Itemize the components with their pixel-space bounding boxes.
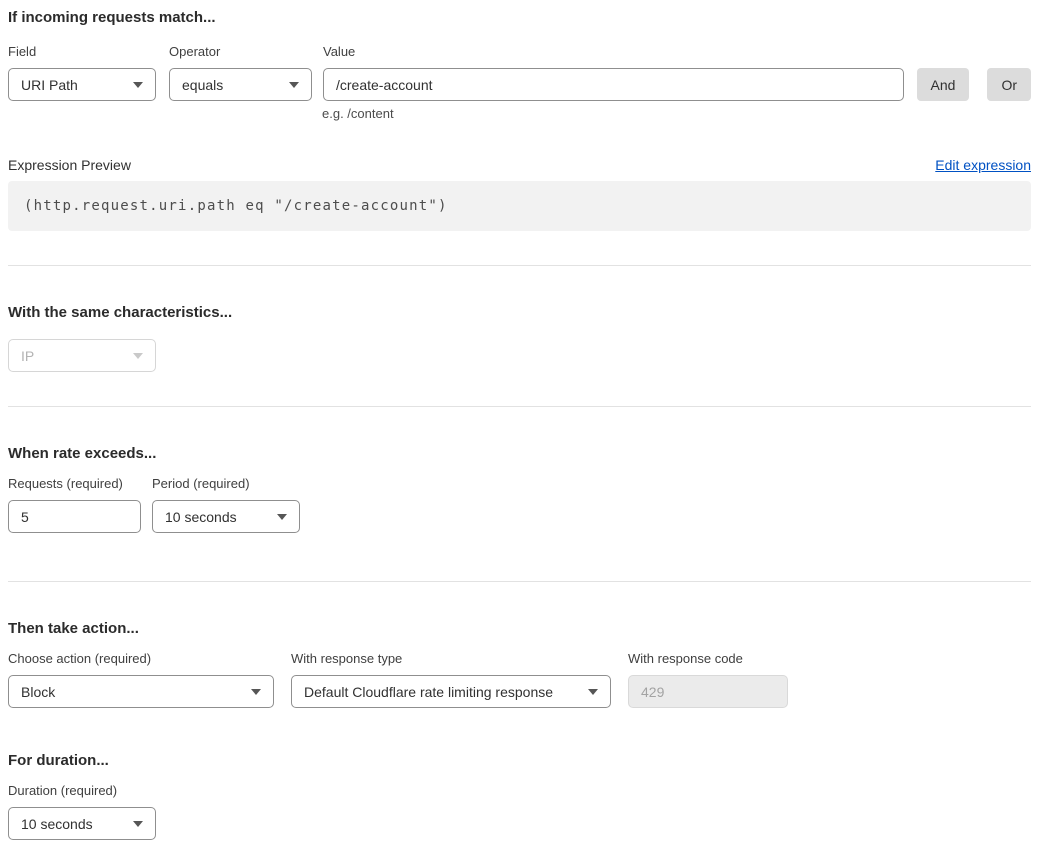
response-type-select[interactable]: Default Cloudflare rate limiting respons… (291, 675, 611, 708)
chevron-down-icon (277, 514, 287, 520)
response-type-column: With response type Default Cloudflare ra… (291, 651, 611, 708)
field-select[interactable]: URI Path (8, 68, 156, 101)
field-label: Field (8, 44, 156, 60)
field-select-value: URI Path (21, 77, 78, 93)
choose-action-label: Choose action (required) (8, 651, 274, 667)
duration-select[interactable]: 10 seconds (8, 807, 156, 840)
characteristics-select-value: IP (21, 348, 34, 364)
requests-column: Requests (required) (8, 476, 141, 533)
value-column: Value (323, 44, 904, 101)
chevron-down-icon (588, 689, 598, 695)
action-row: Choose action (required) Block With resp… (8, 651, 1031, 708)
match-condition-row: Field URI Path Operator equals Value And… (8, 44, 1031, 101)
requests-label: Requests (required) (8, 476, 141, 492)
and-button[interactable]: And (917, 68, 970, 101)
characteristics-select[interactable]: IP (8, 339, 156, 372)
action-select[interactable]: Block (8, 675, 274, 708)
action-select-value: Block (21, 684, 55, 700)
response-code-column: With response code (628, 651, 788, 708)
section-heading-characteristics: With the same characteristics... (8, 303, 1031, 322)
rate-row: Requests (required) Period (required) 10… (8, 476, 1031, 533)
expression-preview-label: Expression Preview (8, 157, 131, 173)
period-label: Period (required) (152, 476, 300, 492)
response-type-select-value: Default Cloudflare rate limiting respons… (304, 684, 553, 700)
response-type-label: With response type (291, 651, 611, 667)
operator-select-value: equals (182, 77, 223, 93)
rate-limit-rule-form: If incoming requests match... Field URI … (8, 8, 1031, 840)
value-hint: e.g. /content (322, 106, 1031, 122)
action-column: Choose action (required) Block (8, 651, 274, 708)
section-heading-match: If incoming requests match... (8, 8, 1031, 27)
or-button[interactable]: Or (987, 68, 1031, 101)
chevron-down-icon (133, 82, 143, 88)
edit-expression-link[interactable]: Edit expression (935, 157, 1031, 173)
section-heading-duration: For duration... (8, 751, 1031, 770)
section-divider (8, 406, 1031, 407)
section-divider (8, 265, 1031, 266)
duration-select-value: 10 seconds (21, 816, 93, 832)
period-select[interactable]: 10 seconds (152, 500, 300, 533)
period-column: Period (required) 10 seconds (152, 476, 300, 533)
operator-column: Operator equals (169, 44, 312, 101)
chevron-down-icon (289, 82, 299, 88)
field-column: Field URI Path (8, 44, 156, 101)
chevron-down-icon (133, 353, 143, 359)
section-heading-action: Then take action... (8, 619, 1031, 638)
section-heading-rate: When rate exceeds... (8, 444, 1031, 463)
value-input[interactable] (323, 68, 904, 101)
response-code-label: With response code (628, 651, 788, 667)
chevron-down-icon (133, 821, 143, 827)
chevron-down-icon (251, 689, 261, 695)
section-divider (8, 581, 1031, 582)
operator-label: Operator (169, 44, 312, 60)
duration-label: Duration (required) (8, 783, 1031, 799)
period-select-value: 10 seconds (165, 509, 237, 525)
requests-input[interactable] (8, 500, 141, 533)
response-code-input (628, 675, 788, 708)
operator-select[interactable]: equals (169, 68, 312, 101)
expression-code-block: (http.request.uri.path eq "/create-accou… (8, 181, 1031, 231)
value-label: Value (323, 44, 904, 60)
expression-preview-header: Expression Preview Edit expression (8, 157, 1031, 173)
